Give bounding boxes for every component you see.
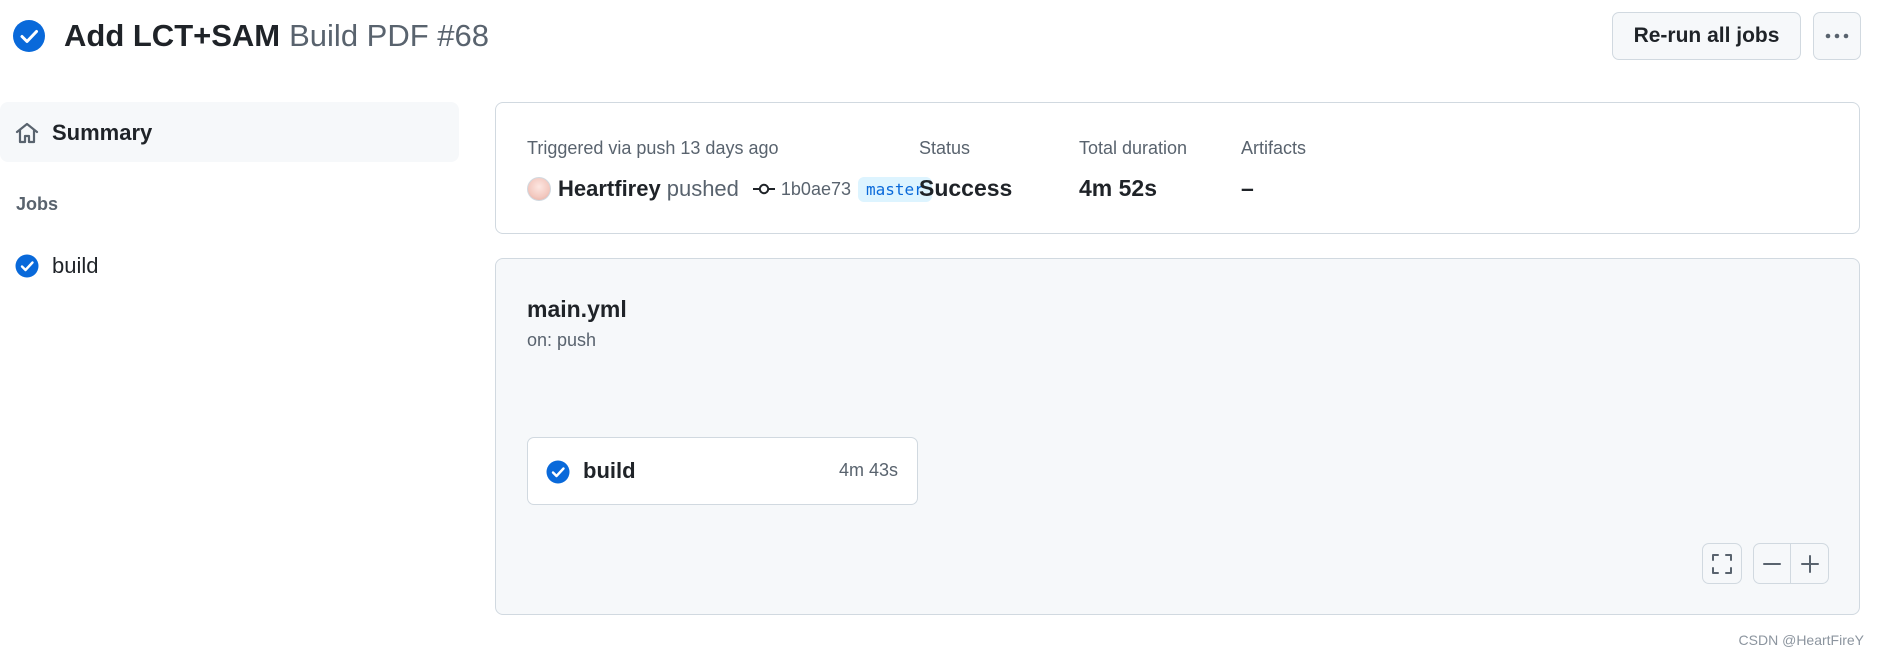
more-options-button[interactable] xyxy=(1813,12,1861,60)
sidebar-item-summary[interactable]: Summary xyxy=(0,102,459,162)
action-text: pushed xyxy=(666,176,739,201)
check-circle-fill-icon xyxy=(546,460,570,484)
plus-icon xyxy=(1800,554,1819,573)
run-number-label: Build PDF #68 xyxy=(289,18,490,53)
rerun-all-jobs-button[interactable]: Re-run all jobs xyxy=(1612,12,1801,60)
zoom-out-button[interactable] xyxy=(1753,543,1791,584)
artifacts-value: – xyxy=(1241,175,1254,201)
job-card-build[interactable]: build 4m 43s xyxy=(527,437,918,505)
actor-link[interactable]: Heartfirey xyxy=(558,176,661,202)
jobs-heading: Jobs xyxy=(16,194,59,214)
sidebar-item-label: Summary xyxy=(52,120,153,145)
status-value: Success xyxy=(919,175,1013,201)
home-icon xyxy=(15,122,39,144)
fullscreen-button[interactable] xyxy=(1702,543,1742,584)
check-circle-fill-icon xyxy=(15,254,39,278)
avatar[interactable] xyxy=(527,177,551,201)
sidebar-job-label: build xyxy=(52,253,99,278)
git-commit-icon xyxy=(752,183,775,195)
push-details: Heartfirey pushed 1b0ae73 master xyxy=(527,173,932,205)
zoom-in-button[interactable] xyxy=(1790,543,1829,584)
duration-value: 4m 52s xyxy=(1079,175,1158,201)
commit-sha-link[interactable]: 1b0ae73 xyxy=(781,179,851,200)
run-header: Add LCT+SAM Build PDF #68 Re-run all jobs xyxy=(0,0,1878,76)
sidebar-item-build[interactable]: build xyxy=(0,248,459,284)
duration-label: Total duration xyxy=(1079,138,1188,158)
job-duration: 4m 43s xyxy=(838,460,898,480)
kebab-horizontal-icon xyxy=(1825,33,1849,39)
minus-icon xyxy=(1763,562,1781,565)
watermark-text: CSDN @HeartFireY xyxy=(1738,632,1864,648)
screen-full-icon xyxy=(1712,553,1732,574)
workflow-trigger: on: push xyxy=(527,330,597,350)
workflow-run-title: Add LCT+SAM xyxy=(64,18,281,53)
workflow-graph-panel: main.yml on: push build 4m 43s xyxy=(495,258,1860,615)
page-title: Add LCT+SAM Build PDF #68 xyxy=(64,17,489,55)
trigger-info: Triggered via push 13 days ago xyxy=(527,138,779,158)
check-circle-fill-icon xyxy=(13,20,45,52)
artifacts-label: Artifacts xyxy=(1241,138,1307,158)
run-summary-card: Triggered via push 13 days ago Heartfire… xyxy=(495,102,1860,234)
job-name: build xyxy=(583,458,636,483)
workflow-file-name: main.yml xyxy=(527,296,627,322)
workflow-run-page: Add LCT+SAM Build PDF #68 Re-run all jobs… xyxy=(0,0,1878,656)
status-label: Status xyxy=(919,138,971,158)
